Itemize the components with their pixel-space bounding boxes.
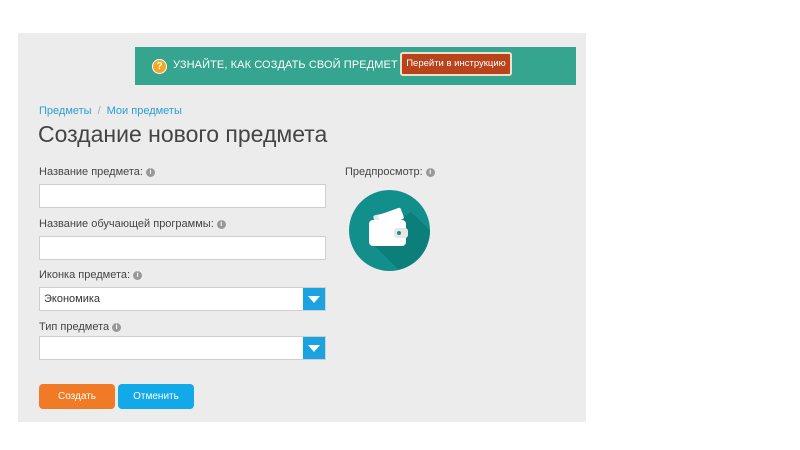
program-name-label-text: Название обучающей программы:: [39, 218, 214, 230]
page-title: Создание нового предмета: [38, 121, 328, 147]
breadcrumb-separator: /: [97, 105, 101, 117]
breadcrumb-my-subjects-link[interactable]: Мои предметы: [107, 105, 182, 117]
breadcrumb-subjects-link[interactable]: Предметы: [39, 105, 92, 117]
program-name-input[interactable]: [39, 236, 326, 260]
subject-name-label: Название предмета: i: [39, 166, 155, 178]
preview-label-text: Предпросмотр:: [345, 166, 423, 178]
subject-name-input[interactable]: [39, 184, 326, 208]
info-icon: i: [112, 322, 122, 332]
subject-type-label-text: Тип предмета: [39, 321, 110, 333]
preview-label: Предпросмотр: i: [345, 166, 435, 178]
info-icon: i: [145, 167, 155, 177]
chevron-down-icon[interactable]: [303, 337, 325, 359]
program-name-label: Название обучающей программы: i: [39, 218, 226, 230]
info-icon: i: [133, 270, 143, 280]
main-panel: ? УЗНАЙТЕ, КАК СОЗДАТЬ СВОЙ ПРЕДМЕТ → Пе…: [18, 33, 586, 422]
instruction-banner: ? УЗНАЙТЕ, КАК СОЗДАТЬ СВОЙ ПРЕДМЕТ → Пе…: [135, 47, 576, 85]
subject-icon-select[interactable]: Экономика: [39, 287, 326, 311]
subject-icon-selected-value: Экономика: [44, 293, 101, 305]
subject-icon-label-text: Иконка предмета:: [39, 269, 131, 281]
subject-name-label-text: Название предмета:: [39, 166, 143, 178]
cancel-button[interactable]: Отменить: [118, 384, 194, 409]
subject-type-select[interactable]: [39, 336, 326, 360]
banner-text[interactable]: УЗНАЙТЕ, КАК СОЗДАТЬ СВОЙ ПРЕДМЕТ →: [173, 59, 412, 71]
question-icon: ?: [152, 59, 167, 74]
breadcrumb: Предметы / Мои предметы: [39, 105, 182, 117]
wallet-icon: [369, 207, 430, 270]
preview-icon-circle: [349, 190, 430, 271]
info-icon: i: [425, 167, 435, 177]
create-button[interactable]: Создать: [39, 384, 115, 409]
chevron-down-icon[interactable]: [303, 288, 325, 310]
open-instruction-button[interactable]: Перейти в инструкцию: [400, 52, 512, 76]
subject-type-label: Тип предмета i: [39, 321, 122, 333]
info-icon: i: [216, 219, 226, 229]
subject-icon-label: Иконка предмета: i: [39, 269, 143, 281]
